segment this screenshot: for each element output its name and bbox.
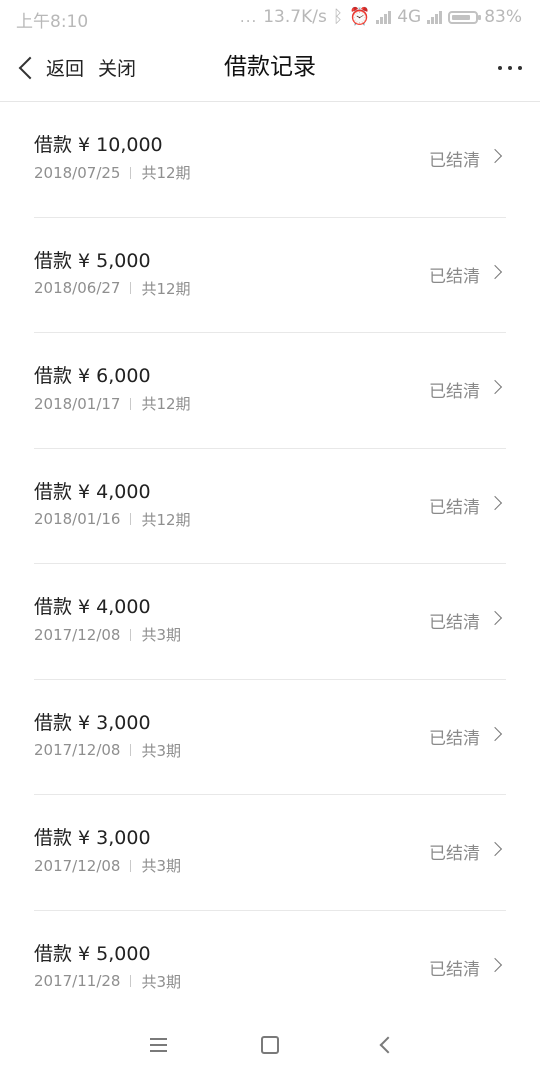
meta-divider	[130, 859, 132, 872]
loan-status: 已结清	[429, 959, 480, 980]
meta-divider	[130, 975, 132, 987]
meta-divider	[130, 166, 132, 179]
loan-record-row[interactable]: 借款 ¥ 5,000 2017/11/28 共3期 已结清	[34, 911, 506, 1027]
more-dot	[508, 65, 512, 70]
loan-record-row[interactable]: 借款 ¥ 4,000 2018/01/16 共12期 已结清	[34, 449, 506, 564]
loan-amount: 借款 ¥ 10,000	[34, 134, 163, 156]
loan-record-row[interactable]: 借款 ¥ 6,000 2018/01/17 共12期 已结清	[34, 333, 506, 449]
chevron-right-icon	[487, 610, 503, 626]
loan-record-row[interactable]: 借款 ¥ 3,000 2017/12/08 共3期 已结清	[34, 680, 506, 795]
loan-status: 已结清	[429, 613, 480, 633]
network-type: 4G	[397, 7, 422, 27]
back-triangle-icon[interactable]	[379, 1036, 397, 1054]
loan-amount: 借款 ¥ 4,000	[34, 596, 151, 618]
network-speed: 13.7K/s	[263, 7, 327, 27]
loan-amount: 借款 ¥ 4,000	[34, 480, 151, 503]
status-bar: 上午8:10 ... 13.7K/s ᛒ ⏰ 4G 83%	[0, 0, 540, 34]
loan-record-row[interactable]: 借款 ¥ 4,000 2017/12/08 共3期 已结清	[34, 564, 506, 680]
loan-date: 2017/12/08	[34, 856, 121, 875]
loan-term: 共3期	[141, 626, 182, 644]
loan-term: 共12期	[141, 164, 191, 182]
signal-hd-icon	[376, 10, 392, 24]
back-label: 返回	[46, 58, 85, 80]
loan-status: 已结清	[429, 844, 480, 864]
chevron-left-icon	[18, 56, 42, 79]
loan-amount: 借款 ¥ 5,000	[34, 942, 151, 965]
close-button[interactable]: 关闭	[98, 34, 136, 101]
status-dots: ...	[239, 8, 258, 26]
meta-divider	[130, 282, 132, 294]
loan-amount: 借款 ¥ 6,000	[34, 365, 151, 387]
bluetooth-icon: ᛒ	[332, 7, 344, 27]
loan-date: 2017/11/28	[34, 972, 121, 990]
signal-icon	[427, 10, 443, 24]
loan-term: 共3期	[141, 972, 182, 991]
meta-divider	[130, 744, 132, 756]
loan-amount: 借款 ¥ 5,000	[34, 249, 151, 272]
battery-percent: 83%	[484, 7, 522, 27]
menu-icon[interactable]	[150, 1038, 167, 1052]
loan-term: 共3期	[141, 857, 182, 875]
loan-term: 共12期	[141, 395, 191, 413]
chevron-right-icon	[487, 379, 503, 395]
loan-status: 已结清	[429, 151, 480, 171]
chevron-right-icon	[487, 264, 503, 279]
more-button[interactable]	[498, 34, 522, 101]
loan-status: 已结清	[429, 266, 480, 287]
loan-meta: 2018/06/27 共12期	[34, 278, 191, 299]
more-dots-icon	[498, 65, 502, 70]
loan-amount: 借款 ¥ 3,000	[34, 827, 151, 849]
loan-meta: 2018/01/17 共12期	[34, 393, 191, 414]
chevron-right-icon	[487, 726, 503, 741]
battery-icon	[448, 10, 482, 24]
alarm-icon: ⏰	[349, 7, 371, 27]
chevron-right-icon	[487, 841, 503, 857]
loan-record-row[interactable]: 借款 ¥ 10,000 2018/07/25 共12期 已结清	[34, 102, 506, 218]
loan-status: 已结清	[429, 728, 480, 749]
loan-meta: 2017/12/08 共3期	[34, 624, 181, 645]
loan-record-row[interactable]: 借款 ¥ 3,000 2017/12/08 共3期 已结清	[34, 795, 506, 911]
loan-meta: 2018/01/16 共12期	[34, 509, 191, 530]
loan-meta: 2017/12/08 共3期	[34, 855, 181, 876]
loan-term: 共12期	[141, 279, 191, 298]
loan-date: 2018/07/25	[34, 163, 121, 182]
loan-list: 借款 ¥ 10,000 2018/07/25 共12期 已结清 借款 ¥ 5,000 20…	[0, 102, 540, 1026]
loan-term: 共12期	[141, 510, 191, 529]
nav-bar: 返回 关闭 借款记录	[0, 34, 540, 102]
meta-divider	[130, 628, 132, 641]
loan-date: 2017/12/08	[34, 741, 121, 759]
loan-date: 2017/12/08	[34, 625, 121, 644]
back-button[interactable]: 返回	[14, 34, 84, 101]
loan-status: 已结清	[429, 497, 480, 518]
loan-meta: 2017/12/08 共3期	[34, 740, 181, 761]
status-time: 上午8:10	[16, 12, 89, 32]
meta-divider	[130, 513, 132, 525]
loan-meta: 2017/11/28 共3期	[34, 971, 181, 992]
more-dot	[518, 65, 522, 70]
chevron-right-icon	[487, 148, 503, 164]
meta-divider	[130, 397, 132, 410]
loan-meta: 2018/07/25 共12期	[34, 162, 191, 183]
loan-record-row[interactable]: 借款 ¥ 5,000 2018/06/27 共12期 已结清	[34, 218, 506, 333]
system-nav-bar	[0, 1014, 540, 1080]
chevron-right-icon	[487, 957, 503, 972]
home-square-icon[interactable]	[261, 1036, 279, 1054]
loan-date: 2018/06/27	[34, 279, 121, 297]
loan-status: 已结清	[429, 382, 480, 402]
chevron-right-icon	[487, 495, 503, 510]
loan-date: 2018/01/17	[34, 394, 121, 413]
status-icons: ... 13.7K/s ᛒ ⏰ 4G 83%	[240, 7, 522, 27]
loan-term: 共3期	[141, 741, 182, 760]
loan-date: 2018/01/16	[34, 510, 121, 528]
loan-amount: 借款 ¥ 3,000	[34, 711, 151, 734]
